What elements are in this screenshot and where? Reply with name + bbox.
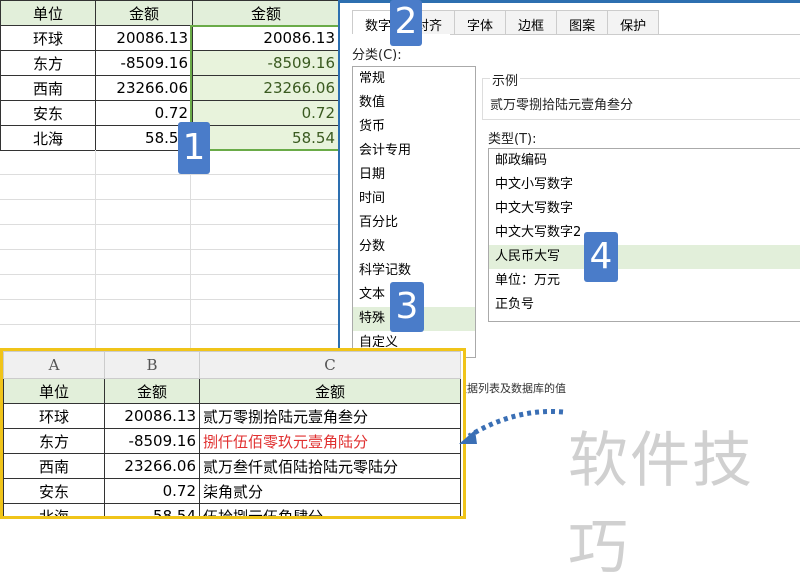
header-cell[interactable]: 单位 xyxy=(3,378,105,404)
table-row: 环球 20086.13 贰万零捌拾陆元壹角叁分 xyxy=(3,403,461,429)
step-badge-3: 3 xyxy=(390,282,424,332)
empty-row xyxy=(0,275,340,300)
cell[interactable]: 北海 xyxy=(0,125,96,151)
table-row: 安东 0.72 柒角贰分 xyxy=(3,478,461,504)
category-item[interactable]: 常规 xyxy=(353,67,475,91)
cell[interactable]: 23266.06 xyxy=(104,453,200,479)
header-cell[interactable]: 金额 xyxy=(95,0,193,26)
cell[interactable]: 0.72 xyxy=(95,100,193,126)
category-item[interactable]: 日期 xyxy=(353,163,475,187)
dotted-arrow-icon xyxy=(459,409,564,444)
empty-row xyxy=(0,175,340,200)
cell[interactable]: 环球 xyxy=(3,403,105,429)
cell[interactable]: 环球 xyxy=(0,25,96,51)
category-item[interactable]: 货币 xyxy=(353,115,475,139)
grid-line xyxy=(190,150,191,350)
cell[interactable]: 安东 xyxy=(3,478,105,504)
category-item[interactable]: 科学记数 xyxy=(353,259,475,283)
cell[interactable]: 北海 xyxy=(3,503,105,516)
empty-row xyxy=(0,150,340,175)
cell[interactable]: 安东 xyxy=(0,100,96,126)
cell[interactable]: 东方 xyxy=(0,50,96,76)
tab-font[interactable]: 字体 xyxy=(454,10,507,34)
table-row: 北海 58.54 伍拾捌元伍角肆分 xyxy=(3,503,461,516)
category-label: 分类(C): xyxy=(352,48,402,63)
dialog-note: 数据列表及数据库的值 xyxy=(456,382,566,395)
empty-row xyxy=(0,250,340,275)
cell[interactable]: 58.54 xyxy=(104,503,200,516)
type-item[interactable]: 正负号 xyxy=(489,293,800,317)
cell[interactable]: 23266.06 xyxy=(95,75,193,101)
cell[interactable]: 20086.13 xyxy=(95,25,193,51)
table-row: 东方 -8509.16 捌仟伍佰零玖元壹角陆分 xyxy=(3,428,461,454)
cell[interactable]: 伍拾捌元伍角肆分 xyxy=(199,503,461,516)
header-row: 单位 金额 金额 xyxy=(3,378,461,404)
header-cell[interactable]: 金额 xyxy=(199,378,461,404)
type-list[interactable]: 邮政编码 中文小写数字 中文大写数字 中文大写数字2 人民币大写 单位：万元 正… xyxy=(488,148,800,322)
cell[interactable]: 西南 xyxy=(3,453,105,479)
selection-range[interactable] xyxy=(190,25,340,151)
type-item[interactable]: 中文大写数字2 xyxy=(489,221,800,245)
empty-row xyxy=(0,200,340,225)
result-spreadsheet: A B C 单位 金额 金额 环球 20086.13 贰万零捌拾陆元壹角叁分 东方 -… xyxy=(0,348,466,519)
category-item[interactable]: 数值 xyxy=(353,91,475,115)
grid-line xyxy=(95,150,96,350)
header-cell[interactable]: 单位 xyxy=(0,0,96,26)
type-item-selected[interactable]: 人民币大写 xyxy=(489,245,800,269)
cell[interactable]: -8509.16 xyxy=(95,50,193,76)
type-label: 类型(T): xyxy=(488,132,537,147)
empty-row xyxy=(0,225,340,250)
column-header-row: A B C xyxy=(3,351,461,379)
tab-divider xyxy=(450,34,800,35)
cell[interactable]: 柒角贰分 xyxy=(199,478,461,504)
type-item[interactable]: 单位：万元 xyxy=(489,269,800,293)
sample-label: 示例 xyxy=(490,70,521,89)
column-header-c[interactable]: C xyxy=(199,351,461,379)
cell[interactable]: 0.72 xyxy=(104,478,200,504)
empty-row xyxy=(0,300,340,325)
tab-border[interactable]: 边框 xyxy=(505,10,558,34)
tab-pattern[interactable]: 图案 xyxy=(556,10,609,34)
watermark: 软件技巧 xyxy=(568,426,754,583)
type-item[interactable]: 中文大写数字 xyxy=(489,197,800,221)
header-cell[interactable]: 金额 xyxy=(104,378,200,404)
header-row: 单位 金额 金额 xyxy=(0,0,340,26)
table-row: 西南 23266.06 贰万叁仟贰佰陆拾陆元零陆分 xyxy=(3,453,461,479)
sample-value: 贰万零捌拾陆元壹角叁分 xyxy=(490,98,634,113)
tab-protection[interactable]: 保护 xyxy=(607,10,660,34)
category-item[interactable]: 分数 xyxy=(353,235,475,259)
column-header-a[interactable]: A xyxy=(3,351,105,379)
cell[interactable]: 贰万叁仟贰佰陆拾陆元零陆分 xyxy=(199,453,461,479)
category-item[interactable]: 会计专用 xyxy=(353,139,475,163)
cell-negative[interactable]: 捌仟伍佰零玖元壹角陆分 xyxy=(199,428,461,454)
category-item[interactable]: 百分比 xyxy=(353,211,475,235)
step-badge-4: 4 xyxy=(584,232,618,282)
step-badge-1: 1 xyxy=(178,122,210,174)
category-item[interactable]: 时间 xyxy=(353,187,475,211)
cell[interactable]: 西南 xyxy=(0,75,96,101)
cell[interactable]: 贰万零捌拾陆元壹角叁分 xyxy=(199,403,461,429)
step-badge-2: 2 xyxy=(390,0,422,46)
header-cell[interactable]: 金额 xyxy=(192,0,340,26)
type-item[interactable]: 邮政编码 xyxy=(489,149,800,173)
column-header-b[interactable]: B xyxy=(104,351,200,379)
type-item[interactable]: 中文小写数字 xyxy=(489,173,800,197)
cell[interactable]: -8509.16 xyxy=(104,428,200,454)
cell[interactable]: 东方 xyxy=(3,428,105,454)
cell[interactable]: 20086.13 xyxy=(104,403,200,429)
